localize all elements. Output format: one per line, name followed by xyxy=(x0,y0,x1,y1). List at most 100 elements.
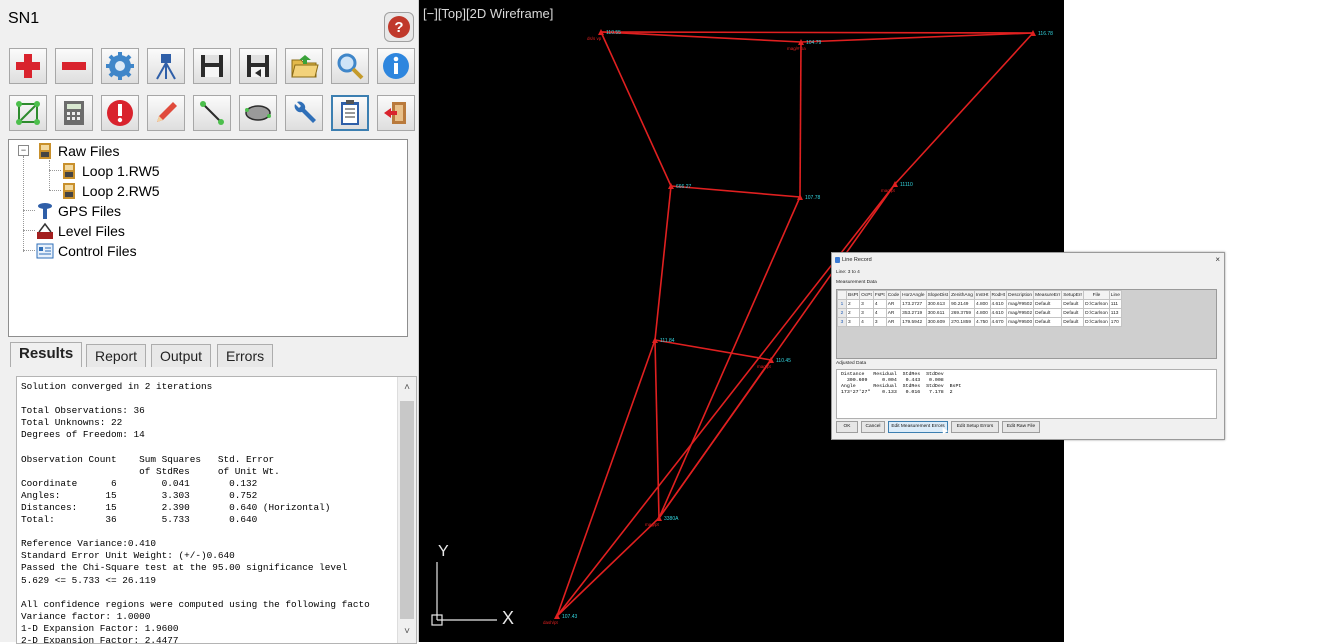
table-cell[interactable]: D:\Carlson xyxy=(1083,308,1110,318)
column-header[interactable]: OcPt xyxy=(859,290,874,300)
traverse-line[interactable] xyxy=(800,32,1034,43)
table-cell[interactable]: 4.670 xyxy=(989,317,1008,327)
traverse-line[interactable] xyxy=(600,31,1034,34)
table-cell[interactable]: D:\Carlson xyxy=(1083,317,1110,327)
column-header[interactable]: FsPt xyxy=(872,290,887,300)
traverse-line[interactable] xyxy=(556,339,656,617)
exit-button[interactable] xyxy=(377,95,415,131)
survey-point-p9[interactable]: 3380A mag/pt xyxy=(645,515,679,527)
adjusted-data-box[interactable]: Distance Residual StdRes StdDev 300.609 … xyxy=(836,369,1217,419)
scroll-up-icon[interactable]: ˄ xyxy=(402,383,412,393)
table-cell[interactable]: 300.609 xyxy=(925,317,951,327)
edit-setup-errors-button[interactable]: Edit Setup Errors xyxy=(951,421,999,433)
table-cell[interactable]: 3 xyxy=(859,308,874,318)
tree-loop2[interactable]: Loop 2.RW5 xyxy=(60,182,160,200)
column-header[interactable]: SetupErr xyxy=(1061,290,1085,300)
scroll-thumb[interactable] xyxy=(400,401,414,619)
info-button[interactable] xyxy=(377,48,415,84)
tree-raw-files[interactable]: Raw Files xyxy=(36,142,119,160)
traverse-line[interactable] xyxy=(658,359,772,519)
open-button[interactable] xyxy=(285,48,323,84)
results-text-area[interactable]: Solution converged in 2 iterations Total… xyxy=(16,376,417,644)
save-button[interactable] xyxy=(193,48,231,84)
column-header[interactable]: HorzAngle xyxy=(900,290,927,300)
table-cell[interactable]: 3 xyxy=(845,317,861,327)
table-cell[interactable]: 113 xyxy=(1108,308,1122,318)
table-cell[interactable]: 170 xyxy=(1108,317,1122,327)
report-button[interactable] xyxy=(331,95,369,131)
column-header[interactable]: File xyxy=(1083,290,1110,300)
table-cell[interactable]: 270.1859 xyxy=(949,317,975,327)
column-header[interactable]: BsPt xyxy=(845,290,861,300)
tree-control-files[interactable]: Control Files xyxy=(36,242,137,260)
row-number[interactable]: 3 xyxy=(837,317,847,327)
survey-point-p7[interactable]: 111.84 xyxy=(652,337,675,344)
ellipse-button[interactable] xyxy=(239,95,277,131)
table-cell[interactable]: 300.613 xyxy=(925,299,951,309)
table-cell[interactable]: 4.610 xyxy=(989,308,1008,318)
table-cell[interactable]: Default xyxy=(1033,308,1063,318)
survey-point-p4[interactable]: 666.27 xyxy=(668,183,692,190)
table-cell[interactable]: 269.3759 xyxy=(949,308,975,318)
table-cell[interactable]: 4 xyxy=(872,299,887,309)
tab-output[interactable]: Output xyxy=(151,344,212,367)
table-cell[interactable]: AR xyxy=(885,308,902,318)
cancel-button[interactable]: Cancel xyxy=(861,421,885,433)
measurement-grid[interactable]: BsPt OcPt FsPt Code HorzAngle SlopeDist Zenith… xyxy=(836,289,1217,359)
traverse-line[interactable] xyxy=(654,339,660,519)
table-cell[interactable]: 3 xyxy=(872,317,887,327)
tab-errors[interactable]: Errors xyxy=(217,344,274,367)
traverse-button[interactable] xyxy=(193,95,231,131)
table-cell[interactable]: 2 xyxy=(845,299,861,309)
column-header[interactable]: Description xyxy=(1006,290,1035,300)
save-as-button[interactable] xyxy=(239,48,277,84)
column-header[interactable]: Code xyxy=(885,290,902,300)
traverse-line[interactable] xyxy=(600,31,672,187)
scroll-down-icon[interactable]: ˅ xyxy=(402,627,412,637)
calculator-button[interactable] xyxy=(55,95,93,131)
tree-gps-files[interactable]: GPS Files xyxy=(36,202,121,220)
table-cell[interactable]: 300.611 xyxy=(925,308,951,318)
table-row[interactable]: 2 2 3 4 AR 353.2719 300.611 269.3759 4.800 4.610 m… xyxy=(837,308,1122,318)
table-cell[interactable]: 90.2149 xyxy=(949,299,975,309)
search-button[interactable] xyxy=(331,48,369,84)
column-header[interactable]: Line xyxy=(1108,290,1122,300)
measurement-table[interactable]: BsPt OcPt FsPt Code HorzAngle SlopeDist Zenith… xyxy=(837,290,1122,327)
table-cell[interactable]: AR xyxy=(885,317,902,327)
traverse-line[interactable] xyxy=(894,32,1034,185)
remove-button[interactable] xyxy=(55,48,93,84)
traverse-line[interactable] xyxy=(600,31,802,43)
table-cell[interactable]: Default xyxy=(1033,317,1063,327)
tree-level-files[interactable]: Level Files xyxy=(36,222,125,240)
table-cell[interactable]: mag/#9502 xyxy=(1006,308,1035,318)
traverse-line[interactable] xyxy=(654,185,672,341)
table-cell[interactable]: Default xyxy=(1033,299,1063,309)
column-header[interactable] xyxy=(837,290,847,300)
survey-point-p3[interactable]: 116.78 xyxy=(1030,30,1053,37)
raw-files-expander[interactable]: − xyxy=(18,145,29,156)
table-row[interactable]: 1 2 3 4 AR 173.2727 300.613 90.2149 4.800 4.610 ma… xyxy=(837,299,1122,309)
column-header[interactable]: SlopeDist xyxy=(925,290,951,300)
file-tree[interactable]: − Raw Files Loop 1.RW5 Loop 2.RW5 GPS Fi… xyxy=(8,139,408,337)
tree-loop1[interactable]: Loop 1.RW5 xyxy=(60,162,160,180)
table-cell[interactable]: 179.5942 xyxy=(900,317,927,327)
column-header[interactable]: MeasureErr xyxy=(1033,290,1063,300)
tab-results[interactable]: Results xyxy=(10,342,83,367)
table-row[interactable]: 3 3 4 3 AR 179.5942 300.609 270.1859 4.750 4.670 m… xyxy=(837,317,1122,327)
errors-button[interactable] xyxy=(101,95,139,131)
help-button[interactable]: ? xyxy=(384,12,414,42)
table-cell[interactable]: D:\Carlson xyxy=(1083,299,1110,309)
row-number[interactable]: 2 xyxy=(837,308,847,318)
settings-button[interactable] xyxy=(101,48,139,84)
table-cell[interactable]: 4.610 xyxy=(989,299,1008,309)
table-cell[interactable]: 3 xyxy=(859,299,874,309)
table-cell[interactable]: AR xyxy=(885,299,902,309)
tripod-button[interactable] xyxy=(147,48,185,84)
table-cell[interactable]: 111 xyxy=(1108,299,1122,309)
table-cell[interactable]: 4 xyxy=(859,317,874,327)
column-header[interactable]: InstHt xyxy=(973,290,991,300)
table-cell[interactable]: 173.2727 xyxy=(900,299,927,309)
table-cell[interactable]: mag/#9500 xyxy=(1006,317,1035,327)
edit-raw-file-button[interactable]: Edit Raw File xyxy=(1002,421,1040,433)
edit-button[interactable] xyxy=(147,95,185,131)
